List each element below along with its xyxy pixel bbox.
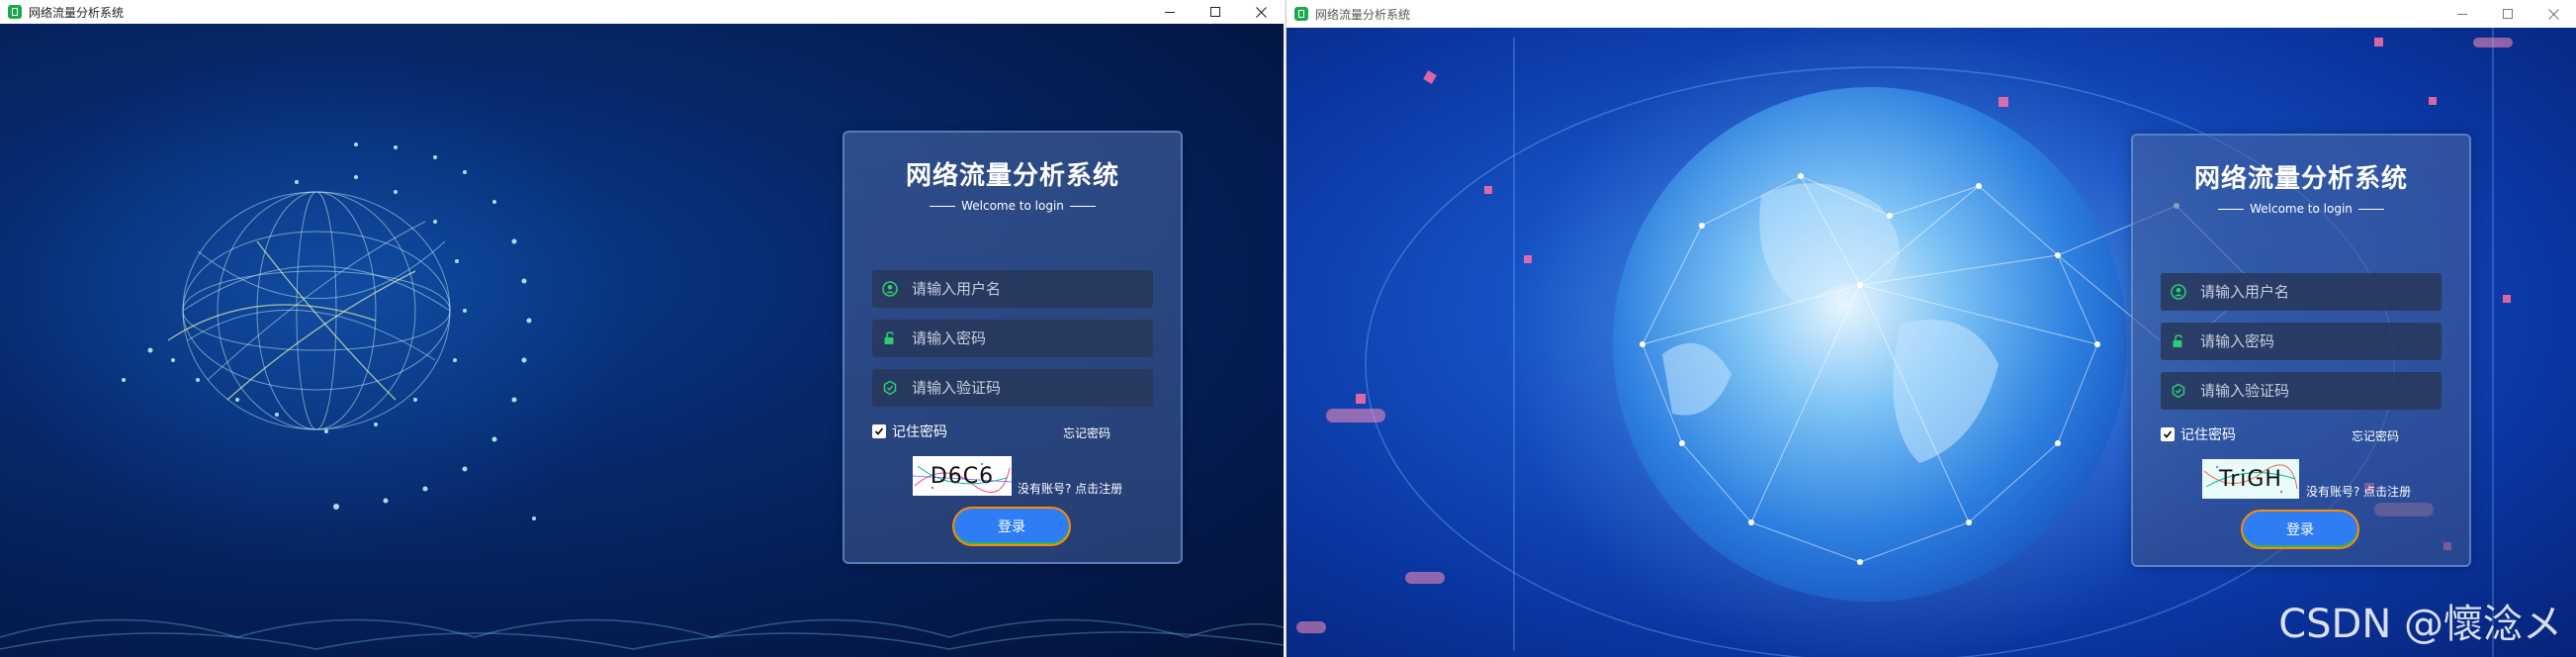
app-icon xyxy=(1294,7,1308,21)
password-input[interactable] xyxy=(2200,323,2442,360)
register-link[interactable]: 没有账号? 点击注册 xyxy=(2306,483,2411,500)
window-title: 网络流量分析系统 xyxy=(1315,7,1411,22)
subtitle-divider-left xyxy=(2218,208,2245,210)
forgot-password-link[interactable]: 忘记密码 xyxy=(2352,427,2399,444)
captcha-image[interactable]: TriGH xyxy=(2202,459,2299,499)
subtitle-divider-right xyxy=(1069,205,1096,207)
login-subtitle: Welcome to login xyxy=(844,199,1181,213)
login-subtitle-text: Welcome to login xyxy=(961,199,1064,213)
username-input[interactable] xyxy=(912,270,1153,308)
password-input[interactable] xyxy=(912,320,1153,357)
title-bar[interactable]: 网络流量分析系统 xyxy=(0,0,1284,24)
captcha-image[interactable]: D6C6 xyxy=(913,456,1012,496)
login-button[interactable]: 登录 xyxy=(2241,510,2359,549)
checkbox-check-icon xyxy=(2163,430,2173,438)
captcha-field[interactable] xyxy=(872,369,1153,407)
login-subtitle-text: Welcome to login xyxy=(2250,202,2353,216)
minimize-button[interactable] xyxy=(1147,0,1193,24)
app-icon xyxy=(8,5,22,19)
password-field[interactable] xyxy=(872,320,1153,357)
captcha-input[interactable] xyxy=(912,369,1153,407)
remember-password-checkbox[interactable]: 记住密码 xyxy=(872,422,947,441)
window-controls xyxy=(1147,0,1284,24)
background-scene: 网络流量分析系统 Welcome to login 请输入用户名 请输入验证码 … xyxy=(1287,28,2576,657)
close-icon xyxy=(2547,8,2559,20)
lock-icon xyxy=(882,330,898,346)
login-title: 网络流量分析系统 xyxy=(905,161,1119,191)
login-panel: 网络流量分析系统 Welcome to login 请输入用户名 请输入验证码 … xyxy=(2131,134,2471,567)
username-field[interactable] xyxy=(872,270,1153,308)
lock-icon xyxy=(2171,333,2186,349)
close-button[interactable] xyxy=(1238,0,1284,24)
app-window-left: 网络流量分析系统 网络流量分析系统 Welcome to login 请输入用户… xyxy=(0,0,1284,657)
password-field[interactable] xyxy=(2161,323,2442,360)
checkbox-check-icon xyxy=(874,427,884,435)
login-title: 网络流量分析系统 xyxy=(2193,164,2408,194)
login-panel: 网络流量分析系统 Welcome to login 请输入用户名 请输入验证码 … xyxy=(843,131,1183,564)
maximize-button[interactable] xyxy=(2485,0,2531,28)
captcha-input[interactable] xyxy=(2200,372,2442,410)
maximize-button[interactable] xyxy=(1193,0,1238,24)
app-window-right: 网络流量分析系统 网络流量分析系统 Welcome to login 请输入用户… xyxy=(1286,0,2576,657)
captcha-text: TriGH xyxy=(2219,466,2282,492)
shield-icon xyxy=(882,380,898,396)
username-field[interactable] xyxy=(2161,273,2442,311)
window-controls xyxy=(2440,0,2576,28)
minimize-button[interactable] xyxy=(2440,0,2485,28)
close-button[interactable] xyxy=(2531,0,2576,28)
captcha-field[interactable] xyxy=(2161,372,2442,410)
maximize-icon xyxy=(2503,9,2513,19)
close-icon xyxy=(1255,6,1267,18)
window-title: 网络流量分析系统 xyxy=(29,5,125,20)
user-icon xyxy=(2171,284,2186,300)
remember-password-checkbox[interactable]: 记住密码 xyxy=(2161,424,2236,444)
captcha-text: D6C6 xyxy=(930,463,995,489)
register-link[interactable]: 没有账号? 点击注册 xyxy=(1018,480,1122,497)
checkbox[interactable] xyxy=(2161,427,2175,441)
shield-icon xyxy=(2171,383,2186,399)
subtitle-divider-right xyxy=(2357,208,2384,210)
login-button[interactable]: 登录 xyxy=(952,507,1071,546)
user-icon xyxy=(882,281,898,297)
minimize-icon xyxy=(1165,11,1175,13)
background-scene: 网络流量分析系统 Welcome to login 请输入用户名 请输入验证码 … xyxy=(0,24,1284,657)
username-input[interactable] xyxy=(2200,273,2442,311)
remember-password-label: 记住密码 xyxy=(2180,427,2236,443)
csdn-watermark: CSDN @懷淰メ xyxy=(2278,602,2562,647)
subtitle-divider-left xyxy=(930,205,956,207)
title-bar[interactable]: 网络流量分析系统 xyxy=(1287,0,2576,28)
remember-password-label: 记住密码 xyxy=(892,424,947,440)
login-subtitle: Welcome to login xyxy=(2133,202,2469,216)
minimize-icon xyxy=(2457,13,2467,15)
forgot-password-link[interactable]: 忘记密码 xyxy=(1063,424,1110,441)
maximize-icon xyxy=(1210,7,1220,17)
checkbox[interactable] xyxy=(872,424,886,438)
